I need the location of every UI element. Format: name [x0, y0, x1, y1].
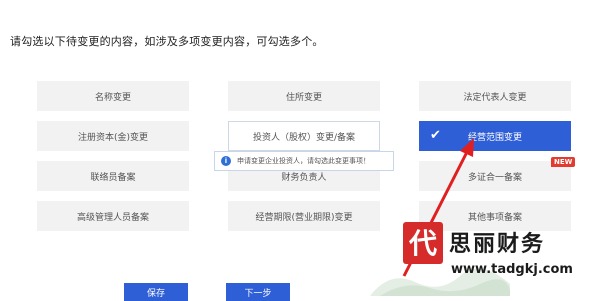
- save-button[interactable]: 保存: [124, 283, 188, 301]
- watermark-logo-icon: 代: [403, 222, 443, 264]
- watermark-logo-char: 代: [408, 227, 437, 260]
- watermark-url: www.tadgkj.com: [451, 262, 573, 277]
- next-step-button[interactable]: 下一步: [226, 283, 290, 301]
- watermark-brand: 思丽财务: [449, 232, 546, 257]
